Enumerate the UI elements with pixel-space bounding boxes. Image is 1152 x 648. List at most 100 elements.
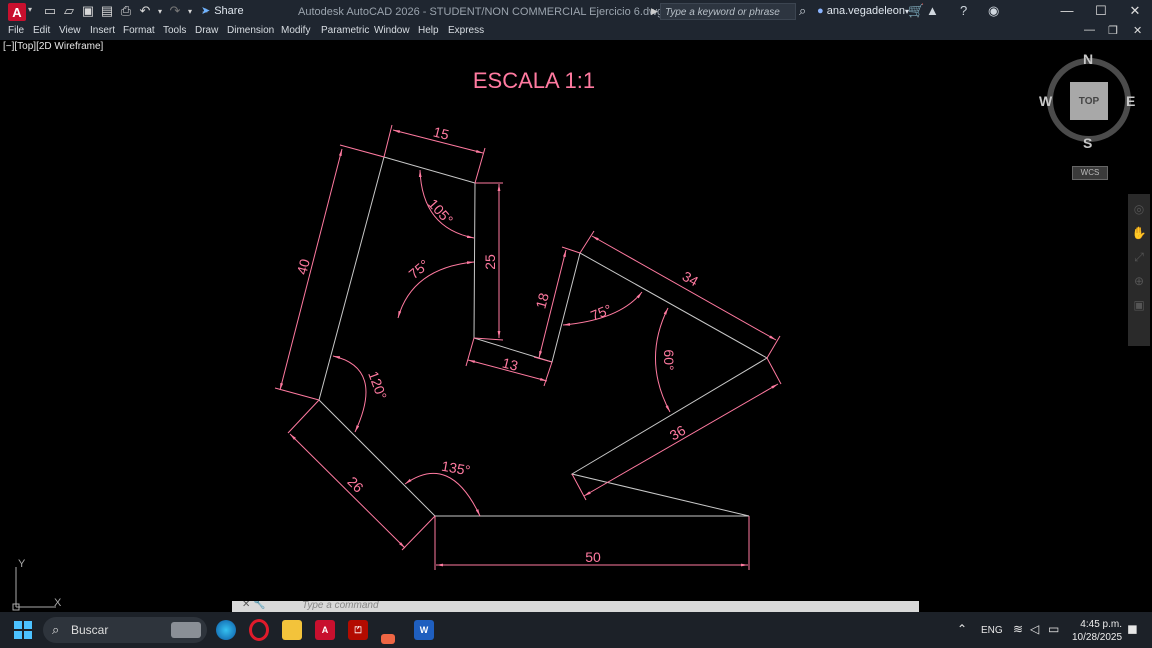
menu-format[interactable]: Format (123, 25, 155, 36)
opera-icon[interactable] (249, 619, 269, 641)
menu-file[interactable]: File (8, 25, 24, 36)
autodesk-icon[interactable]: ▲ (926, 3, 939, 18)
menu-parametric[interactable]: Parametric (321, 25, 369, 36)
file-explorer-icon[interactable] (282, 620, 302, 640)
compass-west[interactable]: W (1039, 93, 1052, 109)
print-icon[interactable]: ⎙ (118, 3, 134, 19)
word-icon[interactable]: W (414, 620, 434, 640)
help-icon[interactable]: ? (960, 3, 967, 18)
close-icon[interactable]: ✕ (1120, 3, 1150, 19)
zoom-icon[interactable]: ⤢ (1131, 250, 1147, 266)
maximize-icon[interactable]: ☐ (1086, 3, 1116, 19)
search-highlight-image (171, 622, 201, 638)
save-icon[interactable]: ▣ (80, 3, 96, 19)
open-icon[interactable]: ▱ (61, 3, 77, 19)
wifi-icon[interactable]: ≋ (1013, 622, 1023, 636)
cart-icon[interactable]: 🛒 (908, 3, 924, 19)
dim-120-angle: 120° (365, 369, 390, 402)
tray-overflow-icon[interactable]: ⌃ (957, 622, 967, 636)
search-expand-icon[interactable]: ▶ (651, 6, 658, 17)
part-geometry (318, 156, 768, 517)
dimension-texts: 15 40 25 105° 75° 120° 13 18 75° 34 60° … (293, 124, 701, 565)
dim-34: 34 (680, 268, 702, 290)
menu-tools[interactable]: Tools (163, 25, 186, 36)
undo-icon[interactable]: ↶ (137, 3, 153, 19)
user-menu[interactable]: ● ana.vegadeleon▾ (817, 5, 909, 17)
autocad-app-icon[interactable]: A (8, 3, 26, 21)
menu-edit[interactable]: Edit (33, 25, 50, 36)
share-label: Share (214, 4, 244, 17)
undo-chevron-icon[interactable]: ▾ (156, 3, 164, 19)
command-close-icon[interactable]: ✕ 🔧 (242, 601, 266, 610)
redo-icon[interactable]: ↷ (167, 3, 183, 19)
menu-modify[interactable]: Modify (281, 25, 310, 36)
redo-chevron-icon[interactable]: ▾ (186, 3, 194, 19)
acrobat-icon[interactable]: ⏍ (348, 620, 368, 640)
drawing-canvas[interactable]: ESCALA 1:1 15 40 25 105° 75° 120° 13 18 … (0, 40, 1152, 602)
ucs-icon: Y X (12, 558, 62, 611)
search-icon: ⌕ (52, 622, 60, 637)
feedback-icon[interactable]: ◉ (988, 3, 999, 19)
search-icon[interactable]: ⌕ (799, 3, 806, 19)
orbit-icon[interactable]: ⊕ (1131, 274, 1147, 290)
clock-date: 10/28/2025 (1072, 632, 1123, 643)
window-title: Autodesk AutoCAD 2026 - STUDENT/NON COMM… (298, 6, 664, 18)
autocad-taskbar-icon[interactable]: A (315, 620, 335, 640)
system-clock[interactable]: 4:45 p.m. 10/28/2025 (1072, 618, 1122, 644)
menu-window[interactable]: Window (374, 25, 410, 36)
doc-restore-icon[interactable]: ❐ (1108, 24, 1118, 37)
minimize-icon[interactable]: — (1052, 3, 1082, 18)
taskbar-search[interactable]: ⌕ Buscar (43, 617, 207, 643)
dim-50: 50 (585, 549, 601, 565)
dim-18: 18 (532, 291, 552, 310)
ucs-x-label: X (54, 597, 62, 609)
windows-taskbar: ⌕ Buscar A ⏍ W ⌃ ENG ≋ ◁ ▭ 4:45 p.m. 10/… (0, 612, 1152, 648)
command-line[interactable]: ✕ 🔧 Type a command (232, 601, 919, 612)
pan-icon[interactable]: ✋ (1131, 226, 1147, 242)
volume-icon[interactable]: ◁ (1030, 622, 1039, 636)
username: ana.vegadeleon (826, 5, 906, 17)
menu-insert[interactable]: Insert (90, 25, 115, 36)
user-icon: ● (817, 5, 824, 17)
dimension-lines (274, 124, 782, 570)
navigation-bar: ◎ ✋ ⤢ ⊕ ▣ (1128, 194, 1150, 346)
ucs-y-label: Y (18, 558, 26, 570)
dim-60-angle: 60° (661, 349, 677, 370)
taskbar-search-label: Buscar (71, 623, 109, 637)
compass-north[interactable]: N (1083, 51, 1093, 67)
battery-icon[interactable]: ▭ (1048, 622, 1059, 636)
menu-view[interactable]: View (59, 25, 81, 36)
menu-dimension[interactable]: Dimension (227, 25, 274, 36)
viewcube-top-face[interactable]: TOP (1070, 82, 1108, 120)
windows-start-icon[interactable] (14, 621, 32, 639)
share-button[interactable]: ➤ Share (201, 4, 244, 18)
search-input[interactable]: Type a keyword or phrase (660, 3, 796, 20)
drawing-title: ESCALA 1:1 (473, 68, 595, 93)
title-bar: A ▾ ▭ ▱ ▣ ▤ ⎙ ↶ ▾ ↷ ▾ ⩡ ➤ Share Autodesk… (0, 0, 1152, 24)
steering-wheel-icon[interactable]: ◎ (1131, 202, 1147, 218)
share-icon: ➤ (201, 5, 211, 17)
saveas-icon[interactable]: ▤ (99, 3, 115, 19)
doc-minimize-icon[interactable]: — (1084, 24, 1095, 36)
notifications-icon[interactable]: ◼ (1127, 621, 1138, 637)
showmotion-icon[interactable]: ▣ (1131, 298, 1147, 314)
language-indicator[interactable]: ENG (981, 625, 1003, 636)
doc-close-icon[interactable]: ✕ (1133, 24, 1142, 37)
compass-south[interactable]: S (1083, 135, 1092, 151)
snipping-tool-icon[interactable] (381, 634, 395, 644)
edge-icon[interactable] (216, 620, 236, 640)
wcs-menu[interactable]: WCS (1072, 166, 1108, 180)
clock-time: 4:45 p.m. (1080, 619, 1122, 630)
dim-75-angle-b: 75° (588, 301, 614, 324)
new-icon[interactable]: ▭ (42, 3, 58, 19)
menu-draw[interactable]: Draw (195, 25, 218, 36)
menu-help[interactable]: Help (418, 25, 439, 36)
dim-13: 13 (501, 355, 520, 374)
compass-east[interactable]: E (1126, 93, 1135, 109)
app-menu-chevron-icon[interactable]: ▾ (28, 5, 32, 14)
command-input[interactable]: Type a command (302, 601, 379, 611)
dim-26: 26 (344, 473, 366, 495)
quick-access-toolbar: ▭ ▱ ▣ ▤ ⎙ ↶ ▾ ↷ ▾ ⩡ (42, 3, 213, 19)
dim-105-angle: 105° (425, 196, 456, 228)
menu-express[interactable]: Express (448, 25, 484, 36)
